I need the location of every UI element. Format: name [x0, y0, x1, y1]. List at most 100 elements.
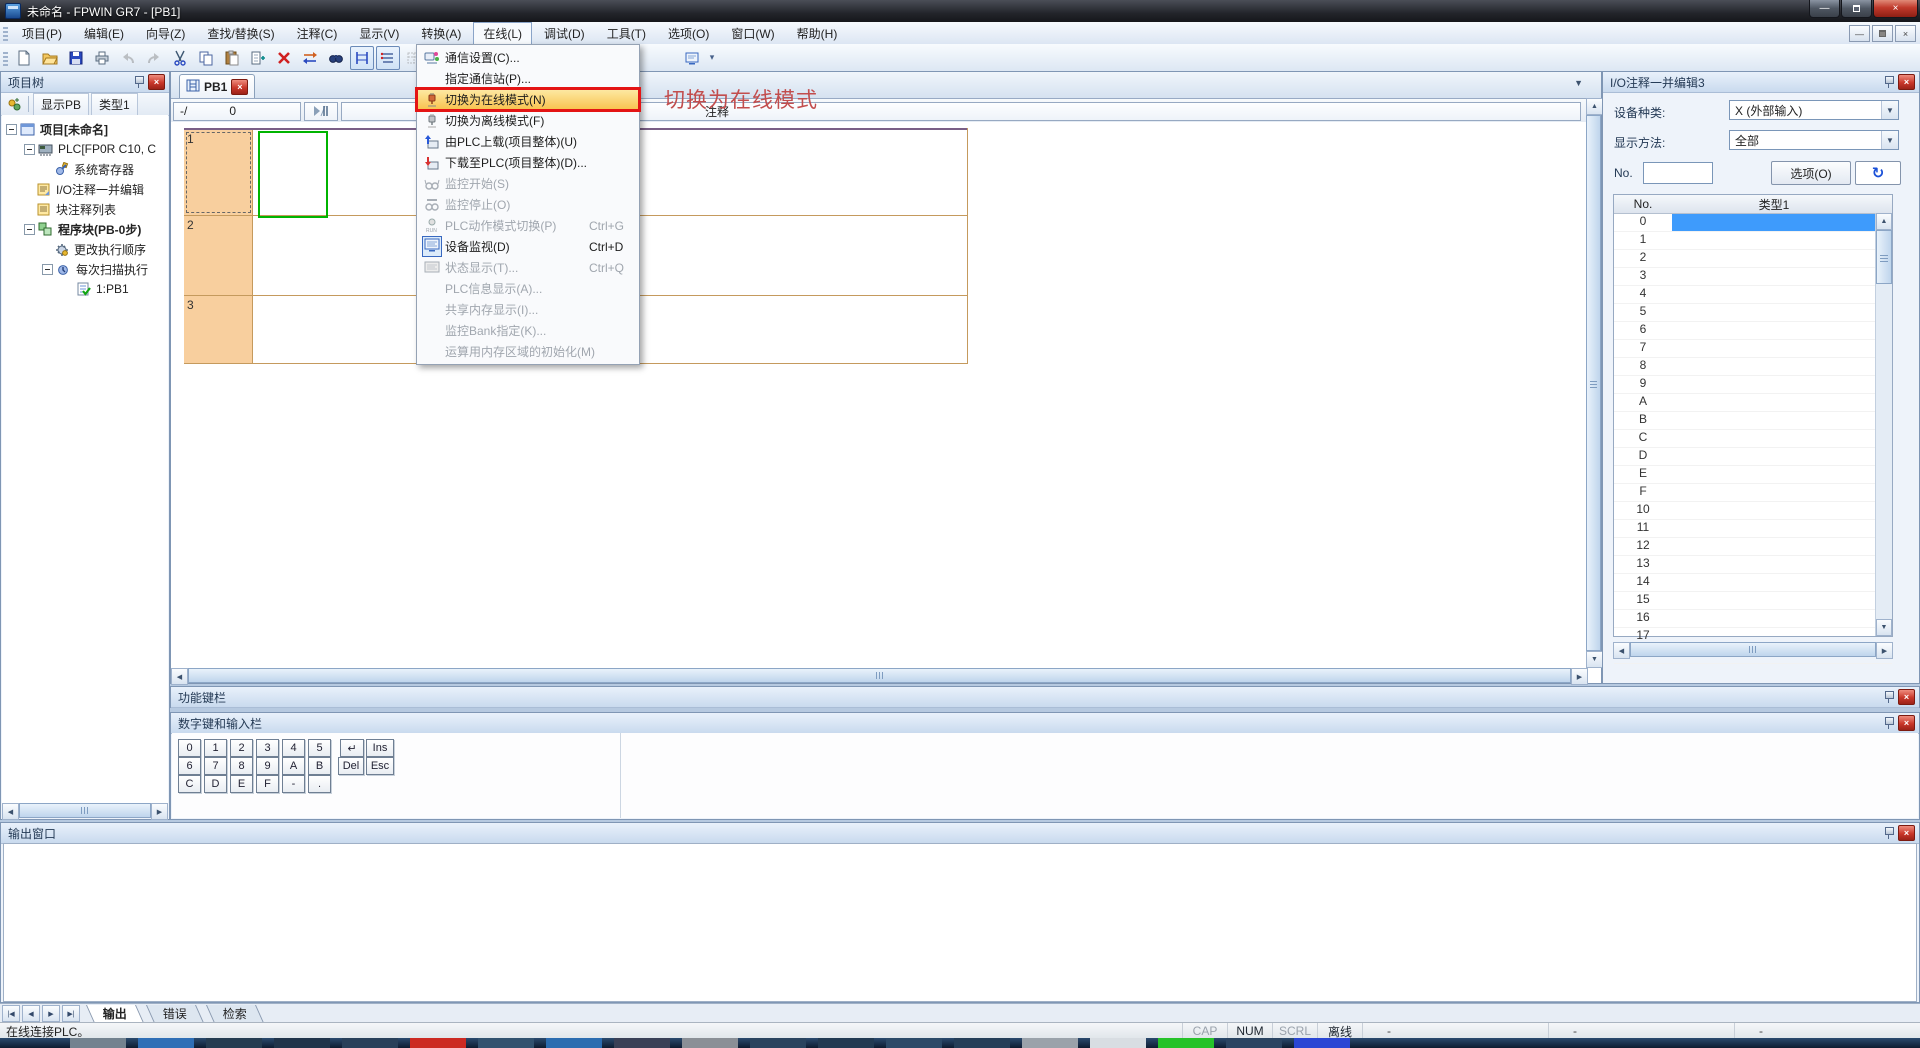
keypad-key[interactable]: 7: [204, 757, 227, 775]
menu-bar-item[interactable]: 选项(O): [658, 22, 719, 45]
editor-hscrollbar[interactable]: ◀ ▶: [171, 668, 1588, 683]
menu-bar-item[interactable]: 转换(A): [411, 22, 471, 45]
io-row-value[interactable]: [1672, 556, 1876, 573]
pin-button[interactable]: [1881, 690, 1896, 704]
tree-item-exec-order[interactable]: 更改执行顺序: [2, 239, 168, 259]
keypad-key[interactable]: E: [230, 775, 253, 793]
io-row-value[interactable]: [1672, 466, 1876, 483]
io-row-value[interactable]: [1672, 538, 1876, 555]
menu-item-upload-from-plc[interactable]: 由PLC上载(项目整体)(U): [417, 131, 639, 152]
ladder-view-icon[interactable]: [350, 46, 374, 70]
show-pb-button[interactable]: 显示PB: [33, 93, 89, 116]
taskbar-item[interactable]: [614, 1038, 670, 1048]
type-select-button[interactable]: 类型1: [91, 93, 138, 116]
keypad-key[interactable]: 9: [256, 757, 279, 775]
keypad-key[interactable]: F: [256, 775, 279, 793]
ladder-row-header-1[interactable]: 1: [184, 130, 253, 215]
tree-item-plc[interactable]: PLC[FP0R C10, C: [2, 139, 168, 159]
save-icon[interactable]: [64, 46, 88, 70]
io-table-row[interactable]: E: [1614, 466, 1892, 484]
collapse-icon[interactable]: [6, 124, 17, 135]
taskbar-item[interactable]: [886, 1038, 942, 1048]
taskbar-item[interactable]: [1226, 1038, 1282, 1048]
io-table-row[interactable]: 11: [1614, 520, 1892, 538]
toolbar-overflow-icon[interactable]: ▾: [705, 52, 719, 63]
keypad-key[interactable]: 2: [230, 739, 253, 757]
taskbar-item[interactable]: [206, 1038, 262, 1048]
pin-button[interactable]: [1881, 75, 1896, 89]
io-row-value[interactable]: [1672, 250, 1876, 267]
restore-button[interactable]: [1841, 0, 1872, 18]
collapse-icon[interactable]: [24, 144, 35, 155]
scroll-down-icon[interactable]: ▼: [1876, 619, 1892, 636]
io-row-value[interactable]: [1672, 592, 1876, 609]
panel-close-button[interactable]: ×: [148, 74, 165, 90]
io-table-row[interactable]: 3: [1614, 268, 1892, 286]
keypad-key[interactable]: 1: [204, 739, 227, 757]
tab-close-icon[interactable]: ×: [231, 79, 248, 95]
ladder-row-header-3[interactable]: 3: [184, 296, 253, 363]
tree-item-block-comment[interactable]: 块注释列表: [2, 199, 168, 219]
menu-item-monitor-stop[interactable]: 监控停止(O): [417, 194, 639, 215]
menu-item-plc-info[interactable]: PLC信息显示(A)...: [417, 278, 639, 299]
io-row-value[interactable]: [1672, 358, 1876, 375]
io-table-row[interactable]: 13: [1614, 556, 1892, 574]
menu-bar-item[interactable]: 显示(V): [349, 22, 409, 45]
menu-item-switch-offline-mode[interactable]: 切换为离线模式(F): [417, 110, 639, 131]
io-table-row[interactable]: 7: [1614, 340, 1892, 358]
panel-close-button[interactable]: ×: [1898, 825, 1915, 841]
editor-vscrollbar[interactable]: ▲ ▼: [1586, 98, 1601, 668]
keypad-key[interactable]: C: [178, 775, 201, 793]
taskbar-item[interactable]: [1158, 1038, 1214, 1048]
io-row-value[interactable]: [1672, 430, 1876, 447]
menu-item-init-memory[interactable]: 运算用内存区域的初始化(M): [417, 341, 639, 362]
new-icon[interactable]: [12, 46, 36, 70]
scroll-left-icon[interactable]: ◀: [1613, 642, 1630, 659]
scroll-thumb[interactable]: [1630, 642, 1876, 657]
cut-icon[interactable]: [168, 46, 192, 70]
menu-item-monitor-start[interactable]: 监控开始(S): [417, 173, 639, 194]
display-method-select[interactable]: 全部 ▼: [1729, 130, 1899, 150]
taskbar-item[interactable]: [478, 1038, 534, 1048]
keypad-key[interactable]: 0: [178, 739, 201, 757]
taskbar-item[interactable]: [342, 1038, 398, 1048]
io-table-row[interactable]: 6: [1614, 322, 1892, 340]
panel-close-button[interactable]: ×: [1898, 74, 1915, 90]
io-table-row[interactable]: 5: [1614, 304, 1892, 322]
tree-item-scan-exec[interactable]: 每次扫描执行: [2, 259, 168, 279]
tree-item-program-block[interactable]: 程序块(PB-0步): [2, 219, 168, 239]
io-table-row[interactable]: F: [1614, 484, 1892, 502]
collapse-icon[interactable]: [42, 264, 53, 275]
io-row-value[interactable]: [1672, 394, 1876, 411]
no-input[interactable]: [1643, 162, 1713, 184]
tree-settings-icon[interactable]: [4, 94, 24, 114]
nav-prev-icon[interactable]: ◀: [22, 1005, 40, 1022]
keypad-key[interactable]: 8: [230, 757, 253, 775]
taskbar-item[interactable]: [954, 1038, 1010, 1048]
ladder-canvas[interactable]: 1 2 3: [171, 122, 1588, 670]
column-type1[interactable]: 类型1: [1672, 195, 1876, 213]
menu-item-status-display[interactable]: 状态显示(T)... Ctrl+Q: [417, 257, 639, 278]
io-row-value[interactable]: [1672, 376, 1876, 393]
taskbar-item[interactable]: [682, 1038, 738, 1048]
scroll-left-icon[interactable]: ◀: [171, 668, 188, 685]
io-row-value[interactable]: [1672, 412, 1876, 429]
io-table-row[interactable]: 0: [1614, 214, 1892, 232]
refresh-button[interactable]: ↻: [1855, 161, 1901, 185]
taskbar-item[interactable]: [1090, 1038, 1146, 1048]
menu-item-download-to-plc[interactable]: 下载至PLC(项目整体)(D)...: [417, 152, 639, 173]
esc-key[interactable]: Esc: [366, 757, 394, 775]
menu-bar-item[interactable]: 工具(T): [597, 22, 656, 45]
open-icon[interactable]: [38, 46, 62, 70]
io-row-value[interactable]: [1672, 520, 1876, 537]
io-table-row[interactable]: C: [1614, 430, 1892, 448]
output-log-area[interactable]: [3, 843, 1917, 1002]
keypad-key[interactable]: D: [204, 775, 227, 793]
menu-bar-item[interactable]: 帮助(H): [787, 22, 848, 45]
io-table-row[interactable]: A: [1614, 394, 1892, 412]
redo-icon[interactable]: [142, 46, 166, 70]
menu-item-specify-station[interactable]: 指定通信站(P)...: [417, 68, 639, 89]
io-table-row[interactable]: 10: [1614, 502, 1892, 520]
io-table-row[interactable]: 14: [1614, 574, 1892, 592]
collapse-icon[interactable]: [24, 224, 35, 235]
